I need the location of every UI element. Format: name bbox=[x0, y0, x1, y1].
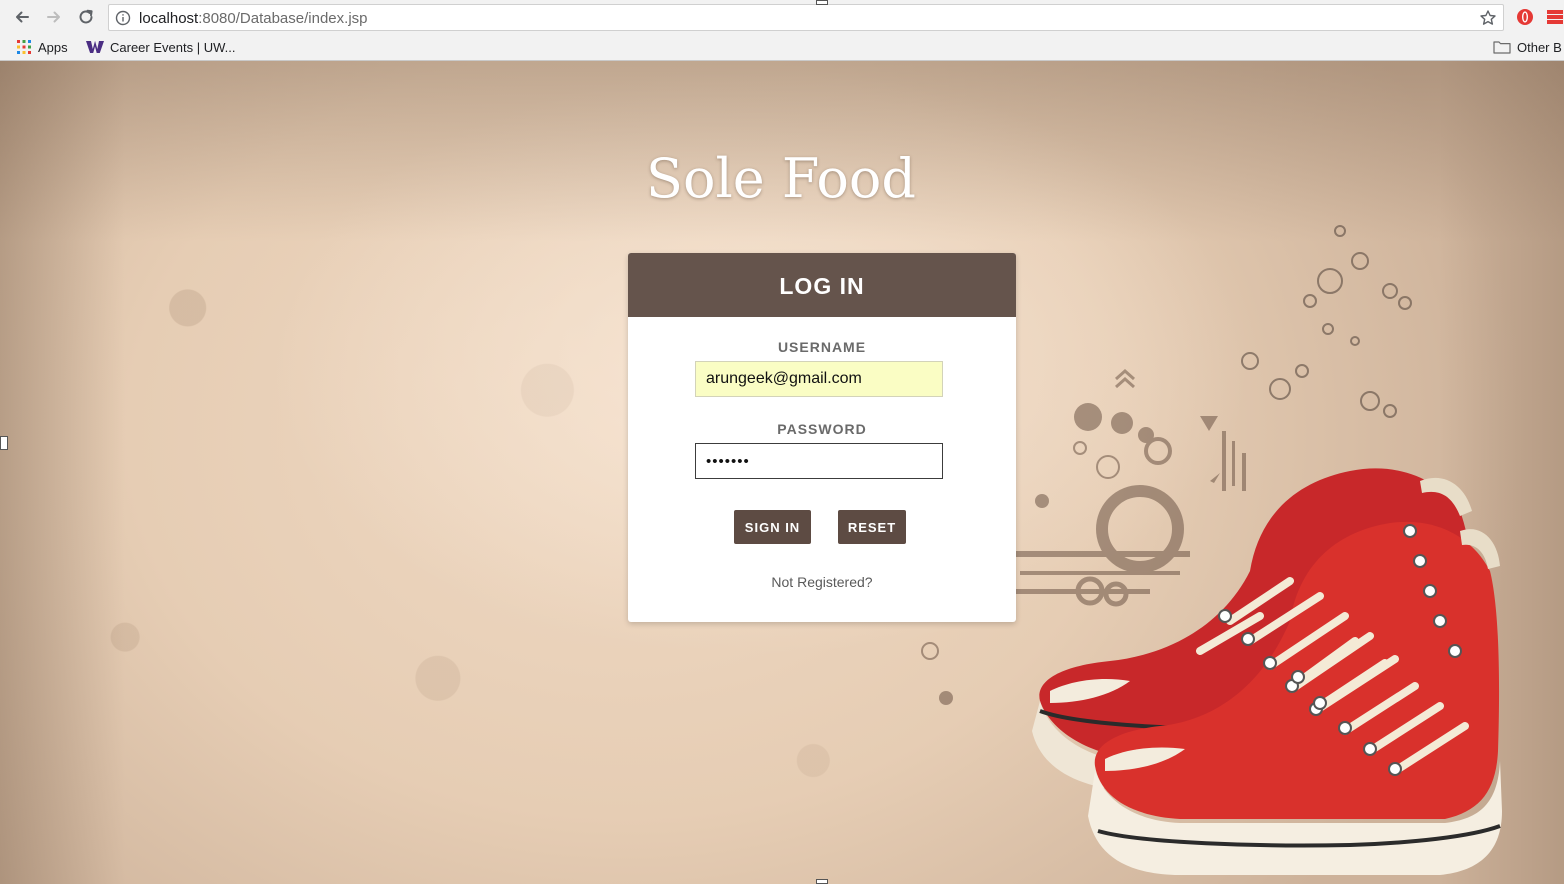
apps-grid-icon bbox=[16, 39, 32, 55]
username-label: USERNAME bbox=[777, 339, 867, 355]
sign-in-button[interactable]: SIGN IN bbox=[734, 510, 811, 544]
opera-extension-icon[interactable] bbox=[1516, 8, 1534, 26]
resize-handle-left[interactable] bbox=[0, 436, 8, 450]
url-host: localhost bbox=[139, 10, 199, 27]
page-background: Sole Food LOG IN USERNAME arungeek@gmail… bbox=[0, 61, 1564, 884]
login-card: LOG IN USERNAME PASSWORD SIGN IN RESET N… bbox=[628, 253, 1016, 622]
reset-button[interactable]: RESET bbox=[838, 510, 906, 544]
bookmark-apps[interactable]: Apps bbox=[16, 37, 68, 57]
stack-extension-icon[interactable] bbox=[1546, 8, 1564, 26]
address-bar[interactable]: localhost:8080/Database/index.jsp bbox=[108, 4, 1504, 31]
arrow-right-icon bbox=[47, 11, 60, 23]
back-button[interactable] bbox=[11, 6, 33, 28]
login-title: LOG IN bbox=[779, 272, 865, 299]
reload-icon bbox=[79, 9, 93, 24]
password-label: PASSWORD bbox=[777, 421, 867, 437]
reload-button[interactable] bbox=[75, 6, 97, 28]
browser-toolbar: localhost:8080/Database/index.jsp bbox=[0, 0, 1564, 34]
bookmark-label: Career Events | UW... bbox=[110, 39, 236, 55]
resize-handle-top[interactable] bbox=[816, 0, 828, 5]
site-title: Sole Food bbox=[646, 147, 916, 210]
address-url[interactable]: localhost:8080/Database/index.jsp bbox=[139, 10, 368, 27]
folder-icon bbox=[1493, 40, 1511, 54]
bookmark-other[interactable]: Other B bbox=[1493, 37, 1562, 57]
username-input[interactable] bbox=[695, 361, 943, 397]
password-input[interactable] bbox=[695, 443, 943, 479]
resize-handle-bottom[interactable] bbox=[816, 879, 828, 884]
uw-w-icon bbox=[86, 40, 104, 54]
bookmark-career-events[interactable]: Career Events | UW... bbox=[86, 37, 235, 57]
not-registered-link[interactable]: Not Registered? bbox=[628, 574, 1016, 590]
arrow-left-icon bbox=[16, 11, 29, 23]
login-card-header: LOG IN bbox=[628, 253, 1016, 317]
url-path: :8080/Database/index.jsp bbox=[198, 10, 368, 27]
browser-chrome: localhost:8080/Database/index.jsp Apps C… bbox=[0, 0, 1564, 61]
bookmark-label: Other B bbox=[1517, 39, 1562, 55]
bookmarks-bar: Apps Career Events | UW... Other B bbox=[0, 34, 1564, 60]
star-bookmark-icon[interactable] bbox=[1479, 9, 1497, 27]
info-icon[interactable] bbox=[115, 10, 131, 26]
forward-button[interactable] bbox=[43, 6, 65, 28]
bookmark-label: Apps bbox=[38, 39, 68, 55]
